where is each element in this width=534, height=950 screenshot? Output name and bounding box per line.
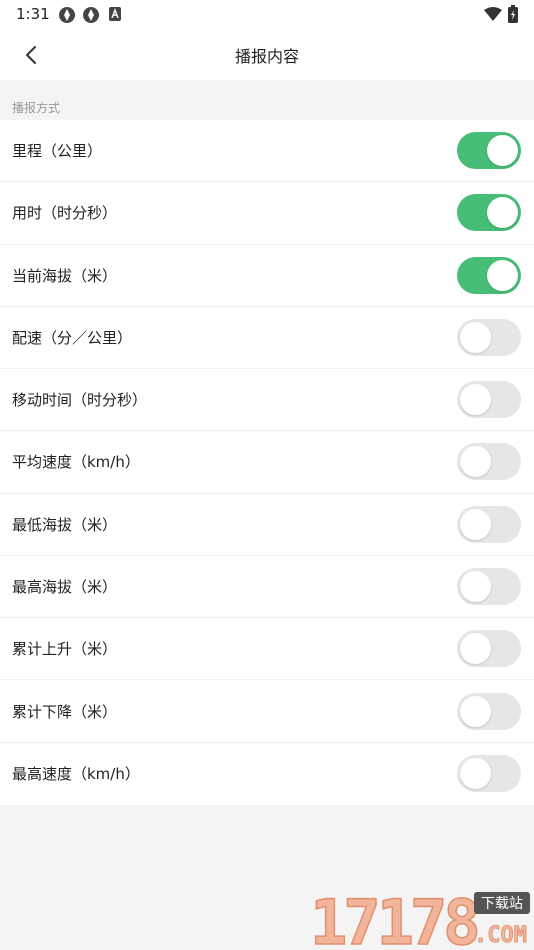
setting-label: 最低海拔（米）: [12, 515, 118, 534]
setting-label: 配速（分／公里）: [12, 328, 133, 347]
setting-row-total-ascent: 累计上升（米）: [0, 618, 534, 681]
battery-icon: [508, 5, 518, 23]
setting-label: 累计上升（米）: [12, 640, 118, 659]
watermark-logo: 17178 下载站 .COM: [310, 888, 530, 948]
wifi-icon: [484, 7, 502, 21]
watermark-domain: .COM: [474, 923, 527, 948]
setting-label: 最高速度（km/h）: [12, 765, 140, 784]
toggle-knob: [460, 384, 491, 416]
setting-label: 累计下降（米）: [12, 702, 118, 721]
setting-label: 最高海拔（米）: [12, 577, 118, 596]
setting-row-max-speed: 最高速度（km/h）: [0, 743, 534, 805]
distance-toggle[interactable]: [457, 132, 521, 170]
current-altitude-toggle[interactable]: [457, 256, 521, 294]
setting-row-elapsed-time: 用时（时分秒）: [0, 182, 534, 245]
toggle-knob: [487, 135, 518, 167]
app-notification-icon: [59, 7, 75, 23]
section-label: 播报方式: [12, 101, 61, 115]
setting-row-min-altitude: 最低海拔（米）: [0, 494, 534, 556]
setting-row-total-descent: 累计下降（米）: [0, 680, 534, 743]
toggle-knob: [460, 633, 491, 665]
setting-label: 用时（时分秒）: [12, 204, 118, 223]
status-bar: 1:31: [0, 0, 534, 28]
watermark-number: 17178: [310, 888, 477, 948]
setting-row-moving-time: 移动时间（时分秒）: [0, 369, 534, 432]
setting-row-distance: 里程（公里）: [0, 120, 534, 183]
moving-time-toggle[interactable]: [457, 381, 521, 419]
toggle-knob: [460, 508, 491, 540]
settings-list: 里程（公里） 用时（时分秒） 当前海拔（米） 配速（分／公里） 移动时间（时分秒…: [0, 120, 534, 805]
setting-label: 里程（公里）: [12, 142, 103, 161]
pace-toggle[interactable]: [457, 318, 521, 356]
toggle-knob: [460, 321, 491, 353]
toggle-knob: [460, 758, 491, 790]
setting-label: 移动时间（时分秒）: [12, 391, 148, 410]
setting-row-pace: 配速（分／公里）: [0, 307, 534, 370]
setting-label: 平均速度（km/h）: [12, 453, 140, 472]
app-notification-icon-2: [83, 7, 99, 23]
max-speed-toggle[interactable]: [457, 755, 521, 793]
toggle-knob: [460, 446, 491, 478]
page-title: 播报内容: [234, 47, 299, 66]
setting-row-average-speed: 平均速度（km/h）: [0, 431, 534, 494]
toggle-knob: [460, 695, 491, 727]
status-time: 1:31: [16, 5, 50, 23]
setting-row-max-altitude: 最高海拔（米）: [0, 556, 534, 619]
toggle-knob: [487, 259, 518, 291]
app-bar: 播报内容: [0, 28, 534, 80]
watermark-tag: 下载站: [481, 896, 523, 912]
average-speed-toggle[interactable]: [457, 443, 521, 481]
total-descent-toggle[interactable]: [457, 692, 521, 730]
elapsed-time-toggle[interactable]: [457, 194, 521, 232]
toggle-knob: [487, 197, 518, 229]
setting-label: 当前海拔（米）: [12, 266, 118, 285]
total-ascent-toggle[interactable]: [457, 630, 521, 668]
min-altitude-toggle[interactable]: [457, 505, 521, 543]
setting-row-current-altitude: 当前海拔（米）: [0, 245, 534, 307]
a-notification-icon: [109, 7, 121, 21]
max-altitude-toggle[interactable]: [457, 567, 521, 605]
toggle-knob: [460, 570, 491, 602]
